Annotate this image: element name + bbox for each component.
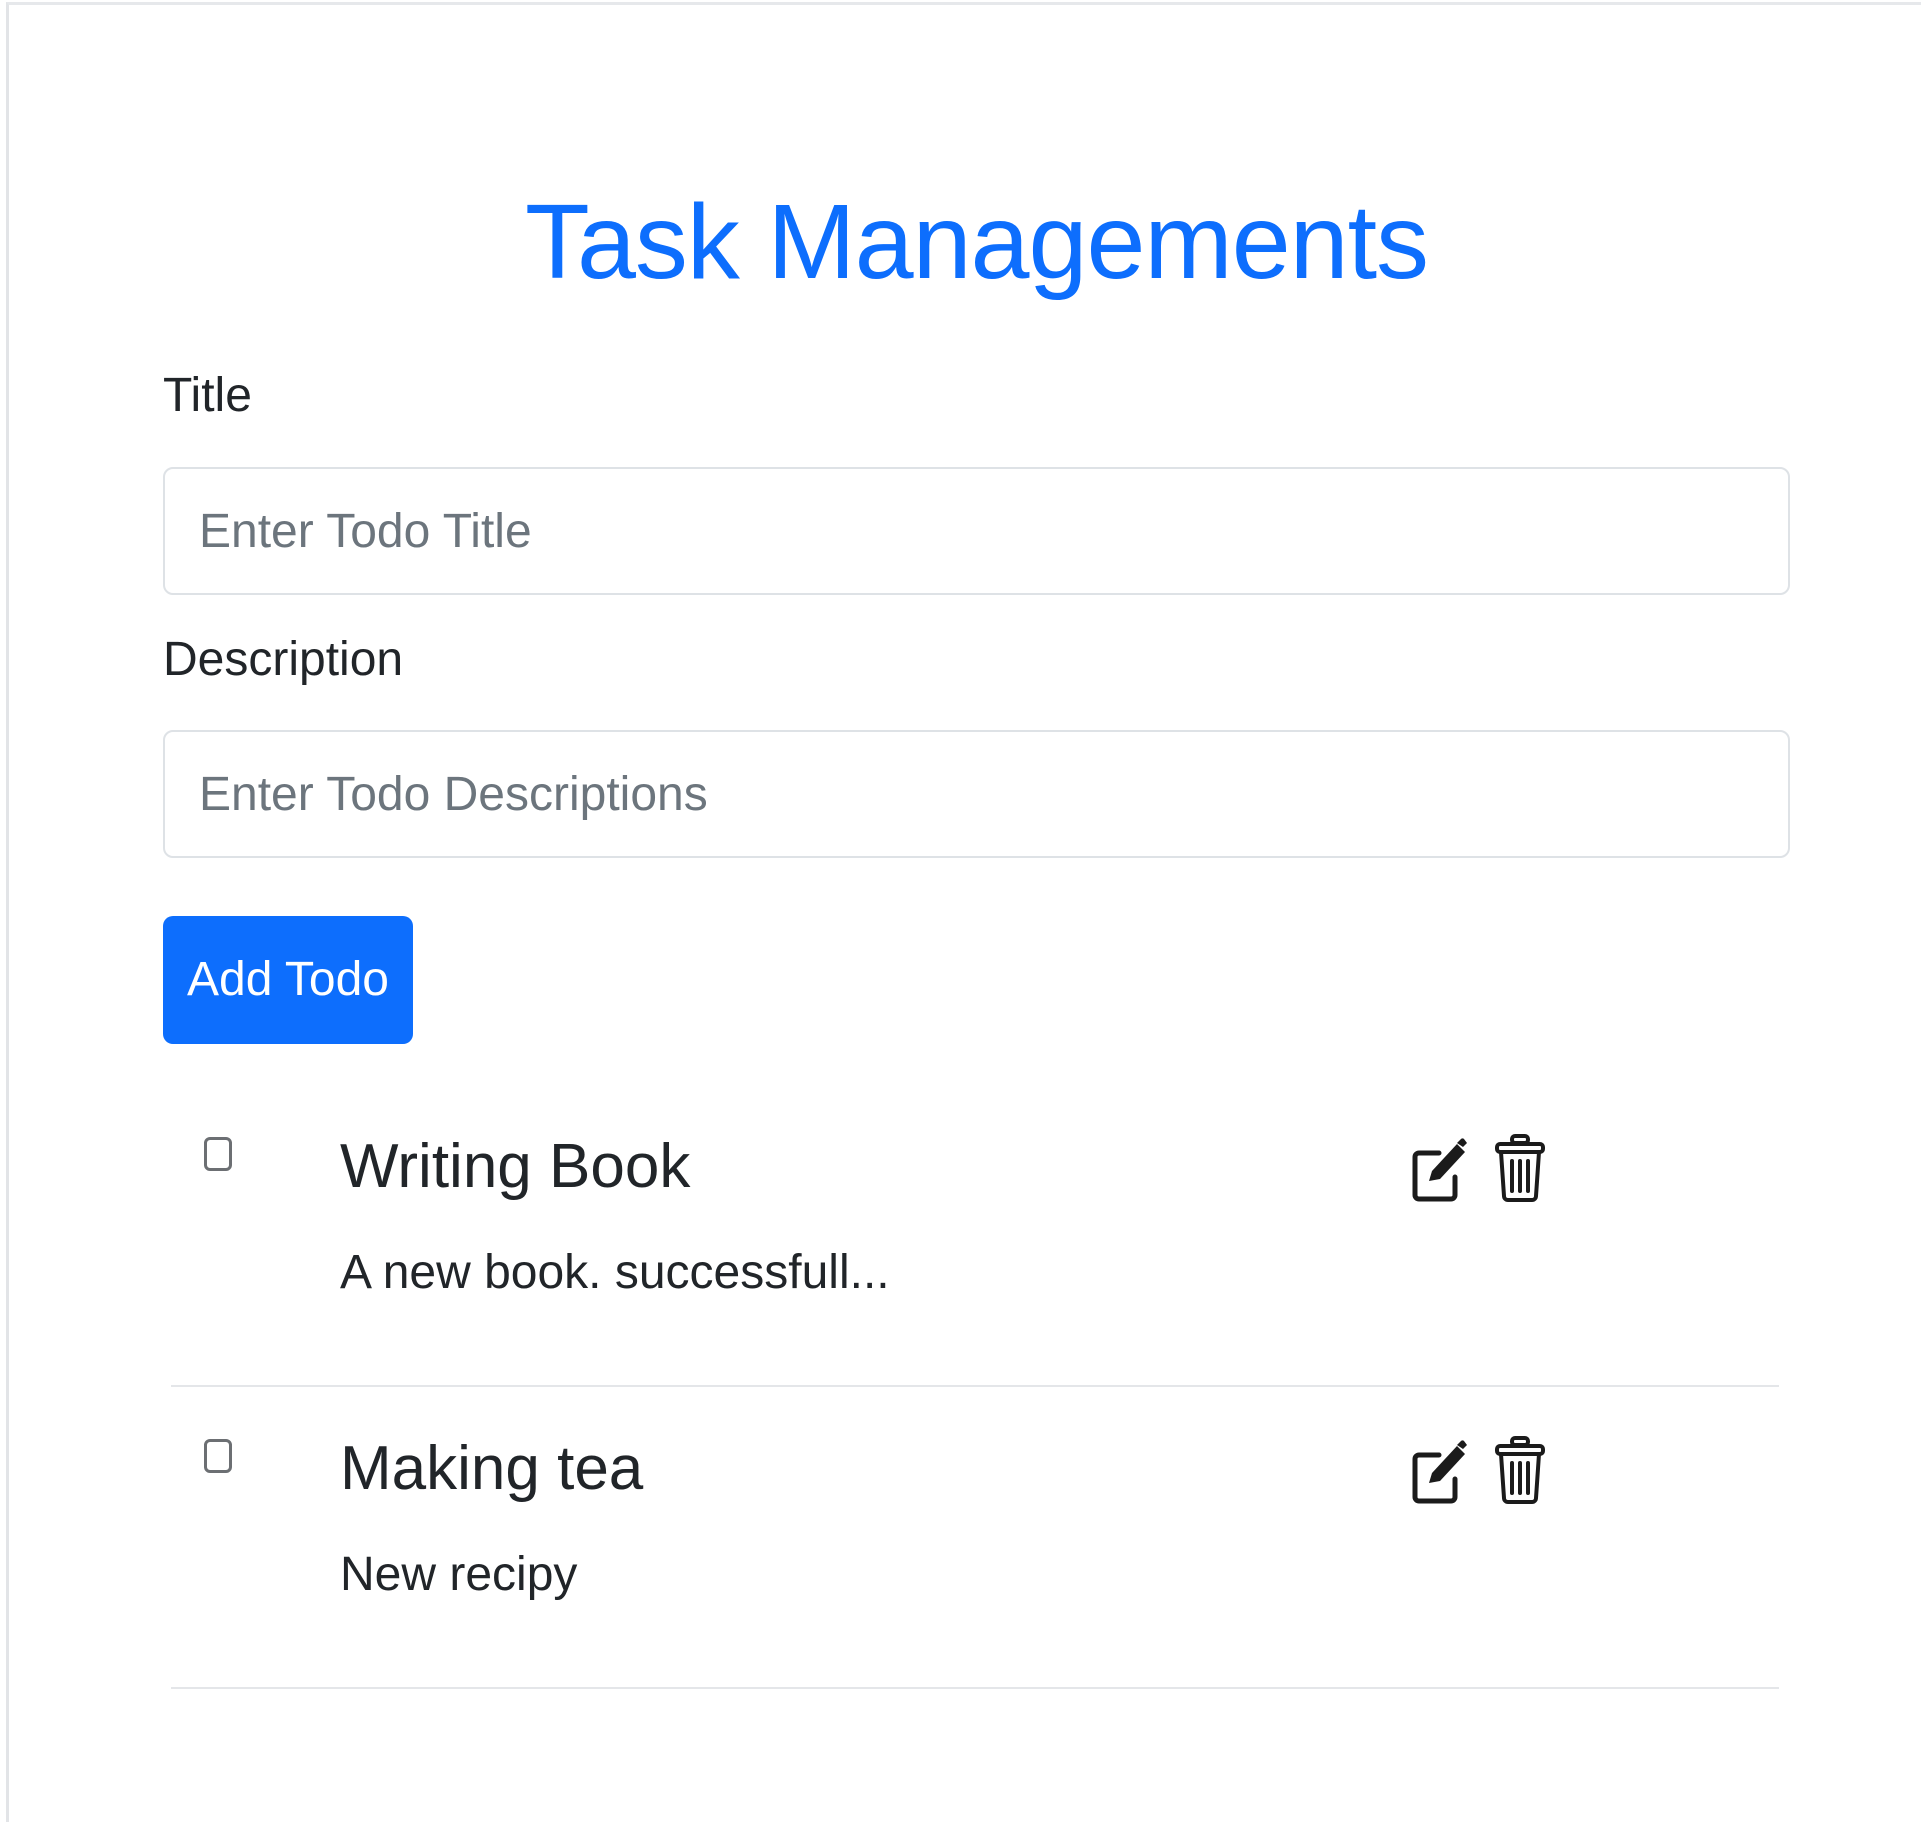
edit-icon[interactable] <box>1411 1435 1469 1505</box>
todo-complete-checkbox[interactable] <box>204 1137 232 1171</box>
todo-item: Making tea New recipy <box>171 1387 1779 1689</box>
title-input[interactable] <box>163 467 1790 595</box>
trash-icon[interactable] <box>1491 1435 1549 1505</box>
trash-icon[interactable] <box>1491 1133 1549 1203</box>
title-label: Title <box>163 369 252 422</box>
edit-icon[interactable] <box>1411 1133 1469 1203</box>
description-label: Description <box>163 633 404 686</box>
todo-description: New recipy <box>340 1548 578 1601</box>
todo-title: Writing Book <box>340 1132 691 1201</box>
description-input[interactable] <box>163 730 1790 858</box>
todo-list: Writing Book A new book. successfull... <box>171 1085 1779 1689</box>
page-title: Task Managements <box>524 183 1429 301</box>
add-todo-button[interactable]: Add Todo <box>163 916 413 1044</box>
todo-complete-checkbox[interactable] <box>204 1439 232 1473</box>
todo-description: A new book. successfull... <box>340 1246 890 1299</box>
todo-title: Making tea <box>340 1434 644 1503</box>
app-window: Task Managements Title Description Add T… <box>6 2 1921 1822</box>
todo-item: Writing Book A new book. successfull... <box>171 1085 1779 1387</box>
